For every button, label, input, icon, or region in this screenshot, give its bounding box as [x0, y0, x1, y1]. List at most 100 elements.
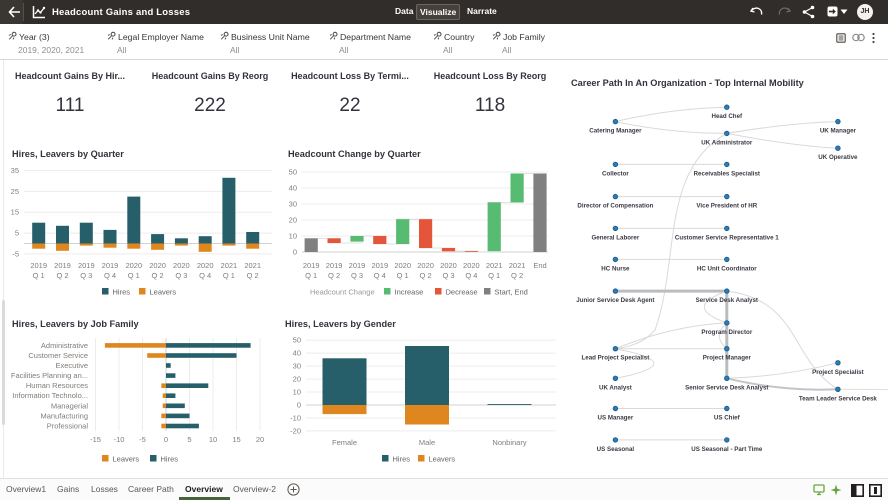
svg-text:2019: 2019: [371, 261, 388, 270]
svg-text:Q 3: Q 3: [351, 271, 363, 280]
svg-text:15: 15: [11, 208, 19, 217]
svg-text:2020: 2020: [417, 261, 434, 270]
svg-text:Q 1: Q 1: [33, 271, 45, 280]
svg-text:2021: 2021: [509, 261, 526, 270]
svg-text:Increase: Increase: [395, 288, 424, 297]
svg-text:2020: 2020: [463, 261, 480, 270]
svg-text:Headcount Change by Quarter: Headcount Change by Quarter: [288, 149, 421, 159]
svg-text:Q 4: Q 4: [465, 271, 477, 280]
svg-text:Q 2: Q 2: [511, 271, 523, 280]
svg-text:Head Chef: Head Chef: [711, 113, 743, 120]
svg-text:-10: -10: [290, 414, 301, 423]
svg-text:Q 3: Q 3: [175, 271, 187, 280]
svg-text:UK Operative: UK Operative: [818, 154, 858, 161]
svg-text:20: 20: [256, 435, 264, 444]
svg-text:Leavers: Leavers: [113, 455, 140, 464]
svg-text:Q 2: Q 2: [328, 271, 340, 280]
svg-text:Q 1: Q 1: [223, 271, 235, 280]
svg-text:2020: 2020: [173, 261, 190, 270]
svg-text:50: 50: [293, 336, 301, 345]
svg-text:Hires: Hires: [113, 288, 131, 297]
svg-text:Q 4: Q 4: [104, 271, 116, 280]
svg-text:US Manager: US Manager: [598, 415, 634, 422]
svg-text:2019: 2019: [303, 261, 320, 270]
svg-text:Hires: Hires: [393, 455, 411, 464]
svg-text:Human Resources: Human Resources: [26, 381, 88, 390]
svg-text:40: 40: [289, 184, 297, 193]
svg-text:Q 3: Q 3: [80, 271, 92, 280]
svg-text:-5: -5: [139, 435, 146, 444]
svg-text:Administrative: Administrative: [41, 341, 88, 350]
svg-text:Senior Service Desk Analyst: Senior Service Desk Analyst: [685, 384, 768, 391]
svg-text:UK Administrator: UK Administrator: [701, 139, 753, 146]
svg-text:2019: 2019: [30, 261, 47, 270]
svg-text:-10: -10: [114, 435, 125, 444]
svg-text:Customer Service Representativ: Customer Service Representative 1: [675, 234, 779, 241]
svg-text:Q 3: Q 3: [442, 271, 454, 280]
svg-text:Information Technolo...: Information Technolo...: [12, 391, 88, 400]
svg-text:30: 30: [293, 362, 301, 371]
svg-text:Headcount Change: Headcount Change: [310, 288, 375, 297]
svg-text:25: 25: [11, 187, 19, 196]
svg-text:Vice President of HR: Vice President of HR: [696, 203, 757, 210]
svg-text:2020: 2020: [197, 261, 214, 270]
svg-text:-15: -15: [90, 435, 101, 444]
svg-text:5: 5: [187, 435, 191, 444]
svg-text:2021: 2021: [244, 261, 261, 270]
svg-text:UK Manager: UK Manager: [820, 128, 857, 135]
svg-text:Project Specialist: Project Specialist: [812, 369, 864, 376]
svg-text:2020: 2020: [440, 261, 457, 270]
svg-text:Q 2: Q 2: [56, 271, 68, 280]
svg-text:Q 4: Q 4: [374, 271, 386, 280]
svg-text:US Seasonal - Part Time: US Seasonal - Part Time: [691, 446, 763, 453]
svg-text:2019: 2019: [326, 261, 343, 270]
svg-text:Hires: Hires: [161, 455, 179, 464]
svg-text:Q 2: Q 2: [152, 271, 164, 280]
svg-text:Q 1: Q 1: [488, 271, 500, 280]
svg-text:Q 1: Q 1: [305, 271, 317, 280]
svg-text:-20: -20: [290, 426, 301, 435]
svg-text:Executive: Executive: [55, 361, 88, 370]
svg-text:2020: 2020: [149, 261, 166, 270]
svg-text:Collector: Collector: [602, 170, 629, 177]
svg-text:2021: 2021: [486, 261, 503, 270]
svg-text:Team Leader Service Desk: Team Leader Service Desk: [799, 395, 878, 402]
svg-text:Director of Compensation: Director of Compensation: [577, 203, 653, 210]
svg-text:Hires, Leavers by Quarter: Hires, Leavers by Quarter: [12, 149, 124, 159]
svg-text:HC Unit Coordinator: HC Unit Coordinator: [697, 265, 757, 272]
svg-text:0: 0: [164, 435, 168, 444]
svg-text:35: 35: [11, 166, 19, 175]
svg-text:Decrease: Decrease: [446, 288, 478, 297]
svg-text:0: 0: [297, 401, 301, 410]
svg-text:Professional: Professional: [47, 422, 89, 431]
svg-text:10: 10: [293, 388, 301, 397]
svg-text:Career Path In An Organization: Career Path In An Organization - Top Int…: [571, 78, 805, 88]
svg-text:15: 15: [232, 435, 240, 444]
svg-text:Male: Male: [419, 438, 435, 447]
svg-text:2020: 2020: [125, 261, 142, 270]
svg-text:Q 1: Q 1: [397, 271, 409, 280]
svg-text:Q 2: Q 2: [247, 271, 259, 280]
svg-text:Project Manager: Project Manager: [703, 355, 752, 362]
svg-text:Lead Project Specialist: Lead Project Specialist: [582, 355, 650, 362]
svg-text:20: 20: [293, 375, 301, 384]
svg-text:2020: 2020: [394, 261, 411, 270]
svg-text:Service Desk Analyst: Service Desk Analyst: [696, 297, 758, 304]
svg-text:Leavers: Leavers: [150, 288, 177, 297]
svg-text:Q 2: Q 2: [420, 271, 432, 280]
svg-text:30: 30: [289, 200, 297, 209]
svg-text:10: 10: [209, 435, 217, 444]
svg-text:Leavers: Leavers: [429, 455, 456, 464]
svg-text:50: 50: [289, 168, 297, 177]
svg-text:Customer Service: Customer Service: [28, 351, 88, 360]
svg-text:Q 1: Q 1: [128, 271, 140, 280]
svg-text:US Seasonal: US Seasonal: [597, 446, 635, 453]
svg-text:10: 10: [289, 232, 297, 241]
svg-text:2019: 2019: [102, 261, 119, 270]
svg-text:Facilities Planning an...: Facilities Planning an...: [11, 371, 88, 380]
svg-text:20: 20: [289, 216, 297, 225]
svg-text:2019: 2019: [349, 261, 366, 270]
svg-text:General Laborer: General Laborer: [591, 234, 639, 241]
svg-text:Catering Manager: Catering Manager: [589, 128, 642, 135]
svg-text:2021: 2021: [221, 261, 238, 270]
